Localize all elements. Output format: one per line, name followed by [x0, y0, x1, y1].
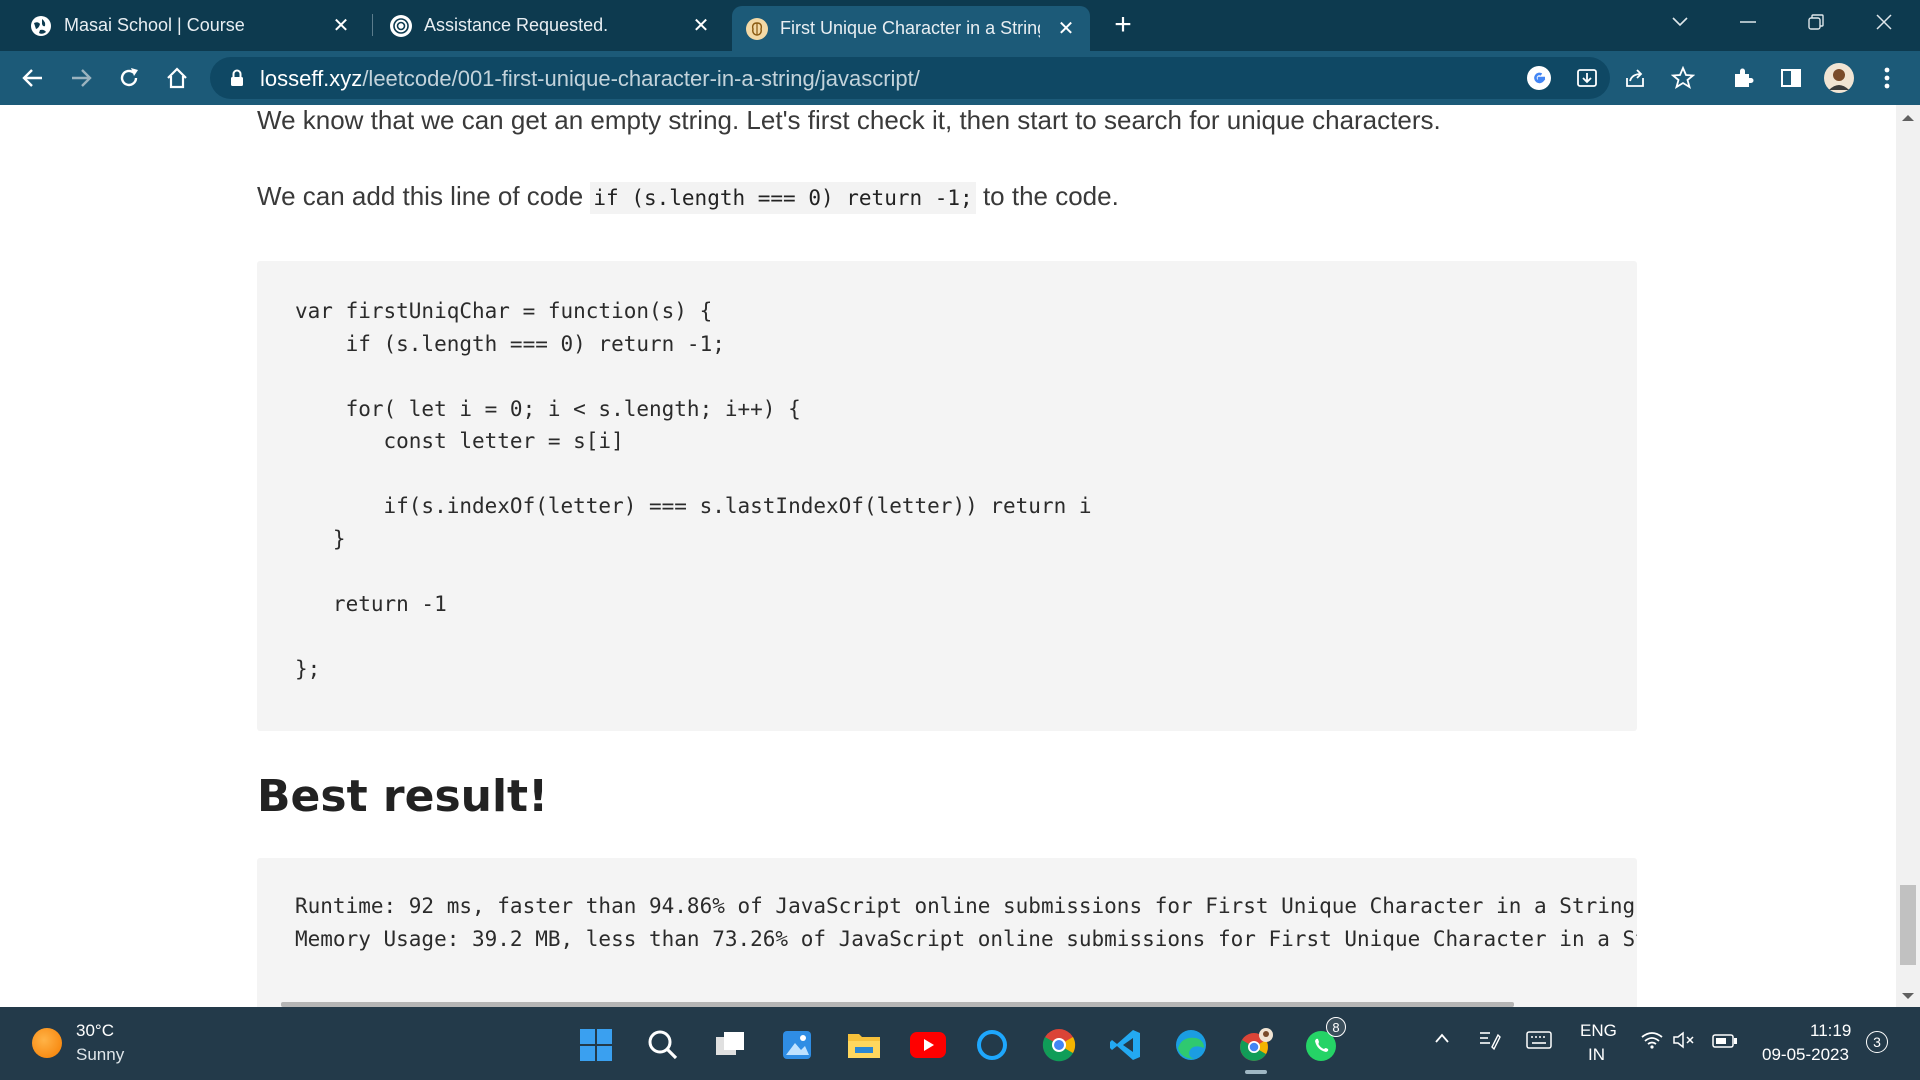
- battery-icon[interactable]: [1712, 1033, 1738, 1053]
- active-app-indicator: [1245, 1070, 1267, 1074]
- code-line: return -1: [295, 591, 447, 616]
- code-line: }: [295, 526, 346, 551]
- code-line: if(s.indexOf(letter) === s.lastIndexOf(l…: [295, 494, 1092, 518]
- scrollbar-thumb[interactable]: [1900, 885, 1916, 965]
- volume-muted-icon[interactable]: [1672, 1031, 1696, 1054]
- inline-code: if (s.length === 0) return -1;: [590, 182, 976, 214]
- code-content: var firstUniqChar = function(s) { if (s.…: [257, 261, 1637, 685]
- weather-temperature[interactable]: 30°C: [76, 1021, 114, 1041]
- photos-icon[interactable]: [777, 1025, 817, 1065]
- close-tab-icon[interactable]: ✕: [329, 13, 353, 37]
- minimize-icon[interactable]: [1728, 6, 1768, 38]
- file-explorer-icon[interactable]: [844, 1025, 884, 1065]
- paragraph-text: to the code.: [982, 181, 1119, 211]
- page-content: We know that we can get an empty string.…: [0, 105, 1896, 1007]
- menu-icon[interactable]: [1870, 61, 1904, 95]
- extensions-icon[interactable]: [1726, 61, 1760, 95]
- openai-icon: [390, 14, 412, 37]
- sidepanel-icon[interactable]: [1774, 61, 1808, 95]
- globe-icon: [30, 15, 52, 37]
- reload-icon[interactable]: [112, 61, 146, 95]
- tab-masai-school[interactable]: Masai School | Course ✕: [20, 0, 365, 51]
- weather-condition[interactable]: Sunny: [76, 1045, 124, 1065]
- result-line: Memory Usage: 39.2 MB, less than 73.26% …: [295, 926, 1637, 951]
- chevron-up-icon[interactable]: [1434, 1029, 1450, 1049]
- forward-arrow-icon[interactable]: [64, 61, 98, 95]
- url-domain: losseff.xyz: [260, 66, 363, 91]
- tab-assistance-requested[interactable]: Assistance Requested. ✕: [380, 0, 725, 51]
- url-path: /leetcode/001-first-unique-character-in-…: [362, 66, 920, 91]
- sun-icon[interactable]: [32, 1028, 62, 1058]
- result-block: Runtime: 92 ms, faster than 94.86% of Ja…: [257, 858, 1637, 1007]
- tab-title: Masai School | Course: [64, 15, 245, 35]
- profile-avatar[interactable]: [1822, 61, 1856, 95]
- code-line: var firstUniqChar = function(s) {: [295, 299, 713, 323]
- vertical-scrollbar[interactable]: [1896, 105, 1920, 1007]
- language-top[interactable]: ENG: [1580, 1021, 1617, 1041]
- home-icon[interactable]: [160, 61, 194, 95]
- cortana-icon[interactable]: [972, 1025, 1012, 1065]
- scroll-down-icon[interactable]: [1902, 993, 1914, 999]
- tab-search-icon[interactable]: [1660, 6, 1700, 38]
- close-tab-icon[interactable]: ✕: [689, 13, 713, 37]
- back-arrow-icon[interactable]: [16, 61, 50, 95]
- clock-date[interactable]: 09-05-2023: [1762, 1045, 1849, 1065]
- close-window-icon[interactable]: [1864, 6, 1904, 38]
- new-tab-button[interactable]: +: [1106, 8, 1140, 42]
- star-icon[interactable]: [1666, 61, 1700, 95]
- url-text[interactable]: losseff.xyz/leetcode/001-first-unique-ch…: [260, 66, 920, 92]
- tab-separator: [372, 14, 373, 36]
- restore-icon[interactable]: [1796, 6, 1836, 38]
- whatsapp-badge: 8: [1326, 1017, 1346, 1037]
- lock-icon[interactable]: [230, 69, 244, 92]
- share-icon[interactable]: [1618, 61, 1652, 95]
- result-line: Runtime: 92 ms, faster than 94.86% of Ja…: [295, 894, 1636, 918]
- tab-title: First Unique Character in a String: [780, 18, 1040, 38]
- tab-title: Assistance Requested.: [424, 15, 609, 35]
- notification-count-badge[interactable]: 3: [1866, 1031, 1888, 1053]
- wifi-icon[interactable]: [1640, 1031, 1664, 1054]
- chrome-icon[interactable]: [1039, 1025, 1079, 1065]
- paragraph-add-line: We can add this line of code if (s.lengt…: [257, 181, 1119, 214]
- youtube-icon[interactable]: [908, 1025, 948, 1065]
- code-line: const letter = s[i]: [295, 429, 624, 453]
- section-heading: Best result!: [257, 771, 549, 822]
- taskbar: 30°C Sunny 8 ENG IN 11:19 09-05-2023 3: [0, 1007, 1920, 1080]
- paragraph-text: We can add this line of code: [257, 181, 584, 211]
- code-block: var firstUniqChar = function(s) { if (s.…: [257, 261, 1637, 731]
- result-content: Runtime: 92 ms, faster than 94.86% of Ja…: [257, 858, 1637, 955]
- code-line: for( let i = 0; i < s.length; i++) {: [295, 396, 801, 421]
- download-icon[interactable]: [1570, 61, 1604, 95]
- pen-input-icon[interactable]: [1478, 1029, 1502, 1056]
- vscode-icon[interactable]: [1105, 1025, 1145, 1065]
- search-icon[interactable]: [643, 1025, 683, 1065]
- clock-time[interactable]: 11:19: [1810, 1021, 1851, 1041]
- chrome-profile-icon[interactable]: [1236, 1025, 1276, 1065]
- paragraph-empty-string: We know that we can get an empty string.…: [257, 105, 1441, 135]
- address-bar[interactable]: losseff.xyz/leetcode/001-first-unique-ch…: [210, 57, 1610, 99]
- code-line: if (s.length === 0) return -1;: [295, 331, 725, 356]
- keyboard-icon[interactable]: [1526, 1031, 1552, 1054]
- brain-icon: [746, 17, 768, 40]
- close-tab-icon[interactable]: ✕: [1054, 16, 1078, 40]
- browser-title-bar: Masai School | Course ✕ Assistance Reque…: [0, 0, 1920, 51]
- tab-first-unique-character[interactable]: First Unique Character in a String ✕: [732, 6, 1090, 51]
- scroll-up-icon[interactable]: [1902, 115, 1914, 121]
- windows-start-icon[interactable]: [576, 1025, 616, 1065]
- edge-icon[interactable]: [1171, 1025, 1211, 1065]
- browser-toolbar: losseff.xyz/leetcode/001-first-unique-ch…: [0, 51, 1920, 105]
- google-icon[interactable]: [1522, 61, 1556, 95]
- task-view-icon[interactable]: [710, 1025, 750, 1065]
- language-bottom[interactable]: IN: [1588, 1045, 1605, 1065]
- code-line: };: [295, 656, 321, 681]
